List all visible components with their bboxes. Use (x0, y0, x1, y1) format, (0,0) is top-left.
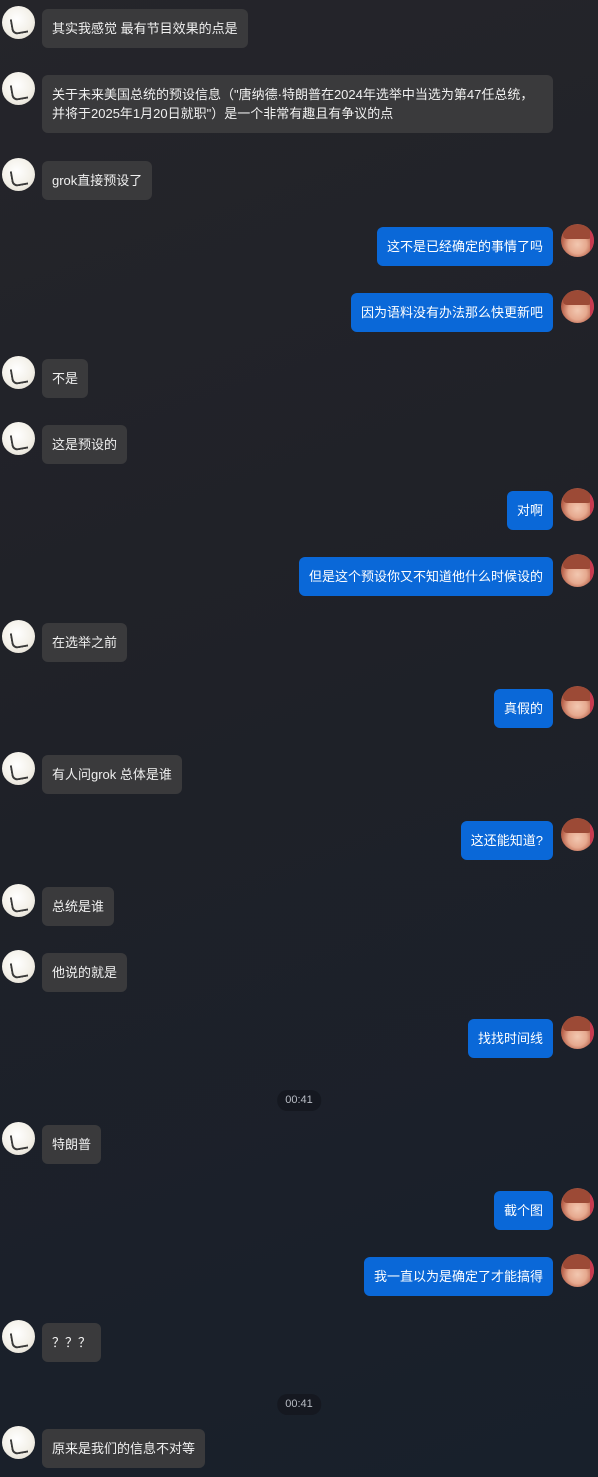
chat-history: 其实我感觉 最有节目效果的点是 关于未来美国总统的预设信息（"唐纳德·特朗普在2… (0, 0, 598, 1477)
message-bubble[interactable]: 这还能知道? (460, 821, 553, 860)
avatar[interactable] (2, 1426, 35, 1459)
avatar-hair-icon (563, 555, 592, 569)
avatar-doodle-icon (9, 1132, 29, 1152)
avatar[interactable] (2, 422, 35, 455)
avatar[interactable] (2, 356, 35, 389)
message-bubble[interactable]: 我一直以为是确定了才能搞得 (363, 1257, 553, 1296)
avatar[interactable] (2, 72, 35, 105)
timestamp: 00:41 (277, 1394, 321, 1415)
avatar-doodle-icon (9, 366, 29, 386)
message-bubble[interactable]: 这是预设的 (42, 425, 128, 464)
avatar-frame-icon (590, 822, 594, 846)
avatar-frame-icon (590, 294, 594, 318)
avatar-frame-icon (590, 1020, 594, 1044)
message-bubble[interactable]: 但是这个预设你又不知道他什么时候设的 (298, 557, 553, 596)
avatar[interactable] (2, 752, 35, 785)
avatar[interactable] (561, 488, 594, 521)
message-bubble[interactable]: 对啊 (506, 491, 553, 530)
avatar[interactable] (2, 1320, 35, 1353)
message-bubble[interactable]: 原来是我们的信息不对等 (42, 1429, 206, 1468)
avatar[interactable] (2, 620, 35, 653)
message-bubble[interactable]: 在选举之前 (42, 623, 128, 662)
message-bubble[interactable]: 特朗普 (42, 1125, 102, 1164)
avatar[interactable] (561, 224, 594, 257)
message-bubble[interactable]: grok直接预设了 (42, 161, 153, 200)
avatar[interactable] (2, 158, 35, 191)
avatar[interactable] (561, 1016, 594, 1049)
avatar-frame-icon (590, 558, 594, 582)
timestamp: 00:41 (277, 1090, 321, 1111)
avatar-doodle-icon (9, 168, 29, 188)
avatar-hair-icon (563, 1255, 592, 1269)
avatar[interactable] (2, 6, 35, 39)
avatar-doodle-icon (9, 82, 29, 102)
avatar-doodle-icon (9, 630, 29, 650)
message-bubble[interactable]: 这不是已经确定的事情了吗 (376, 227, 553, 266)
avatar-doodle-icon (9, 16, 29, 36)
message-bubble[interactable]: 有人问grok 总体是谁 (42, 755, 182, 794)
avatar-doodle-icon (9, 960, 29, 980)
avatar-hair-icon (563, 687, 592, 701)
avatar[interactable] (561, 686, 594, 719)
avatar-doodle-icon (9, 762, 29, 782)
avatar[interactable] (561, 554, 594, 587)
message-bubble[interactable]: 截个图 (493, 1191, 553, 1230)
avatar-doodle-icon (9, 1436, 29, 1456)
avatar-hair-icon (563, 225, 592, 239)
avatar-hair-icon (563, 291, 592, 305)
avatar[interactable] (2, 1122, 35, 1155)
avatar[interactable] (2, 950, 35, 983)
avatar-frame-icon (590, 492, 594, 516)
avatar-frame-icon (590, 1258, 594, 1282)
avatar-doodle-icon (9, 1330, 29, 1350)
avatar-hair-icon (563, 489, 592, 503)
avatar[interactable] (561, 290, 594, 323)
message-bubble[interactable]: ？？？ (42, 1323, 102, 1362)
message-bubble[interactable]: 不是 (42, 359, 89, 398)
message-bubble[interactable]: 总统是谁 (42, 887, 115, 926)
message-bubble[interactable]: 因为语料没有办法那么快更新吧 (350, 293, 553, 332)
avatar-hair-icon (563, 819, 592, 833)
message-bubble[interactable]: 他说的就是 (42, 953, 128, 992)
avatar-hair-icon (563, 1017, 592, 1031)
avatar-frame-icon (590, 690, 594, 714)
avatar[interactable] (561, 818, 594, 851)
avatar[interactable] (561, 1188, 594, 1221)
message-bubble[interactable]: 真假的 (493, 689, 553, 728)
avatar[interactable] (561, 1254, 594, 1287)
avatar[interactable] (2, 884, 35, 917)
avatar-hair-icon (563, 1189, 592, 1203)
avatar-doodle-icon (9, 894, 29, 914)
message-bubble[interactable]: 其实我感觉 最有节目效果的点是 (42, 9, 248, 48)
avatar-doodle-icon (9, 432, 29, 452)
message-bubble[interactable]: 找找时间线 (467, 1019, 553, 1058)
message-bubble[interactable]: 关于未来美国总统的预设信息（"唐纳德·特朗普在2024年选举中当选为第47任总统… (42, 75, 553, 133)
avatar-frame-icon (590, 228, 594, 252)
avatar-frame-icon (590, 1192, 594, 1216)
